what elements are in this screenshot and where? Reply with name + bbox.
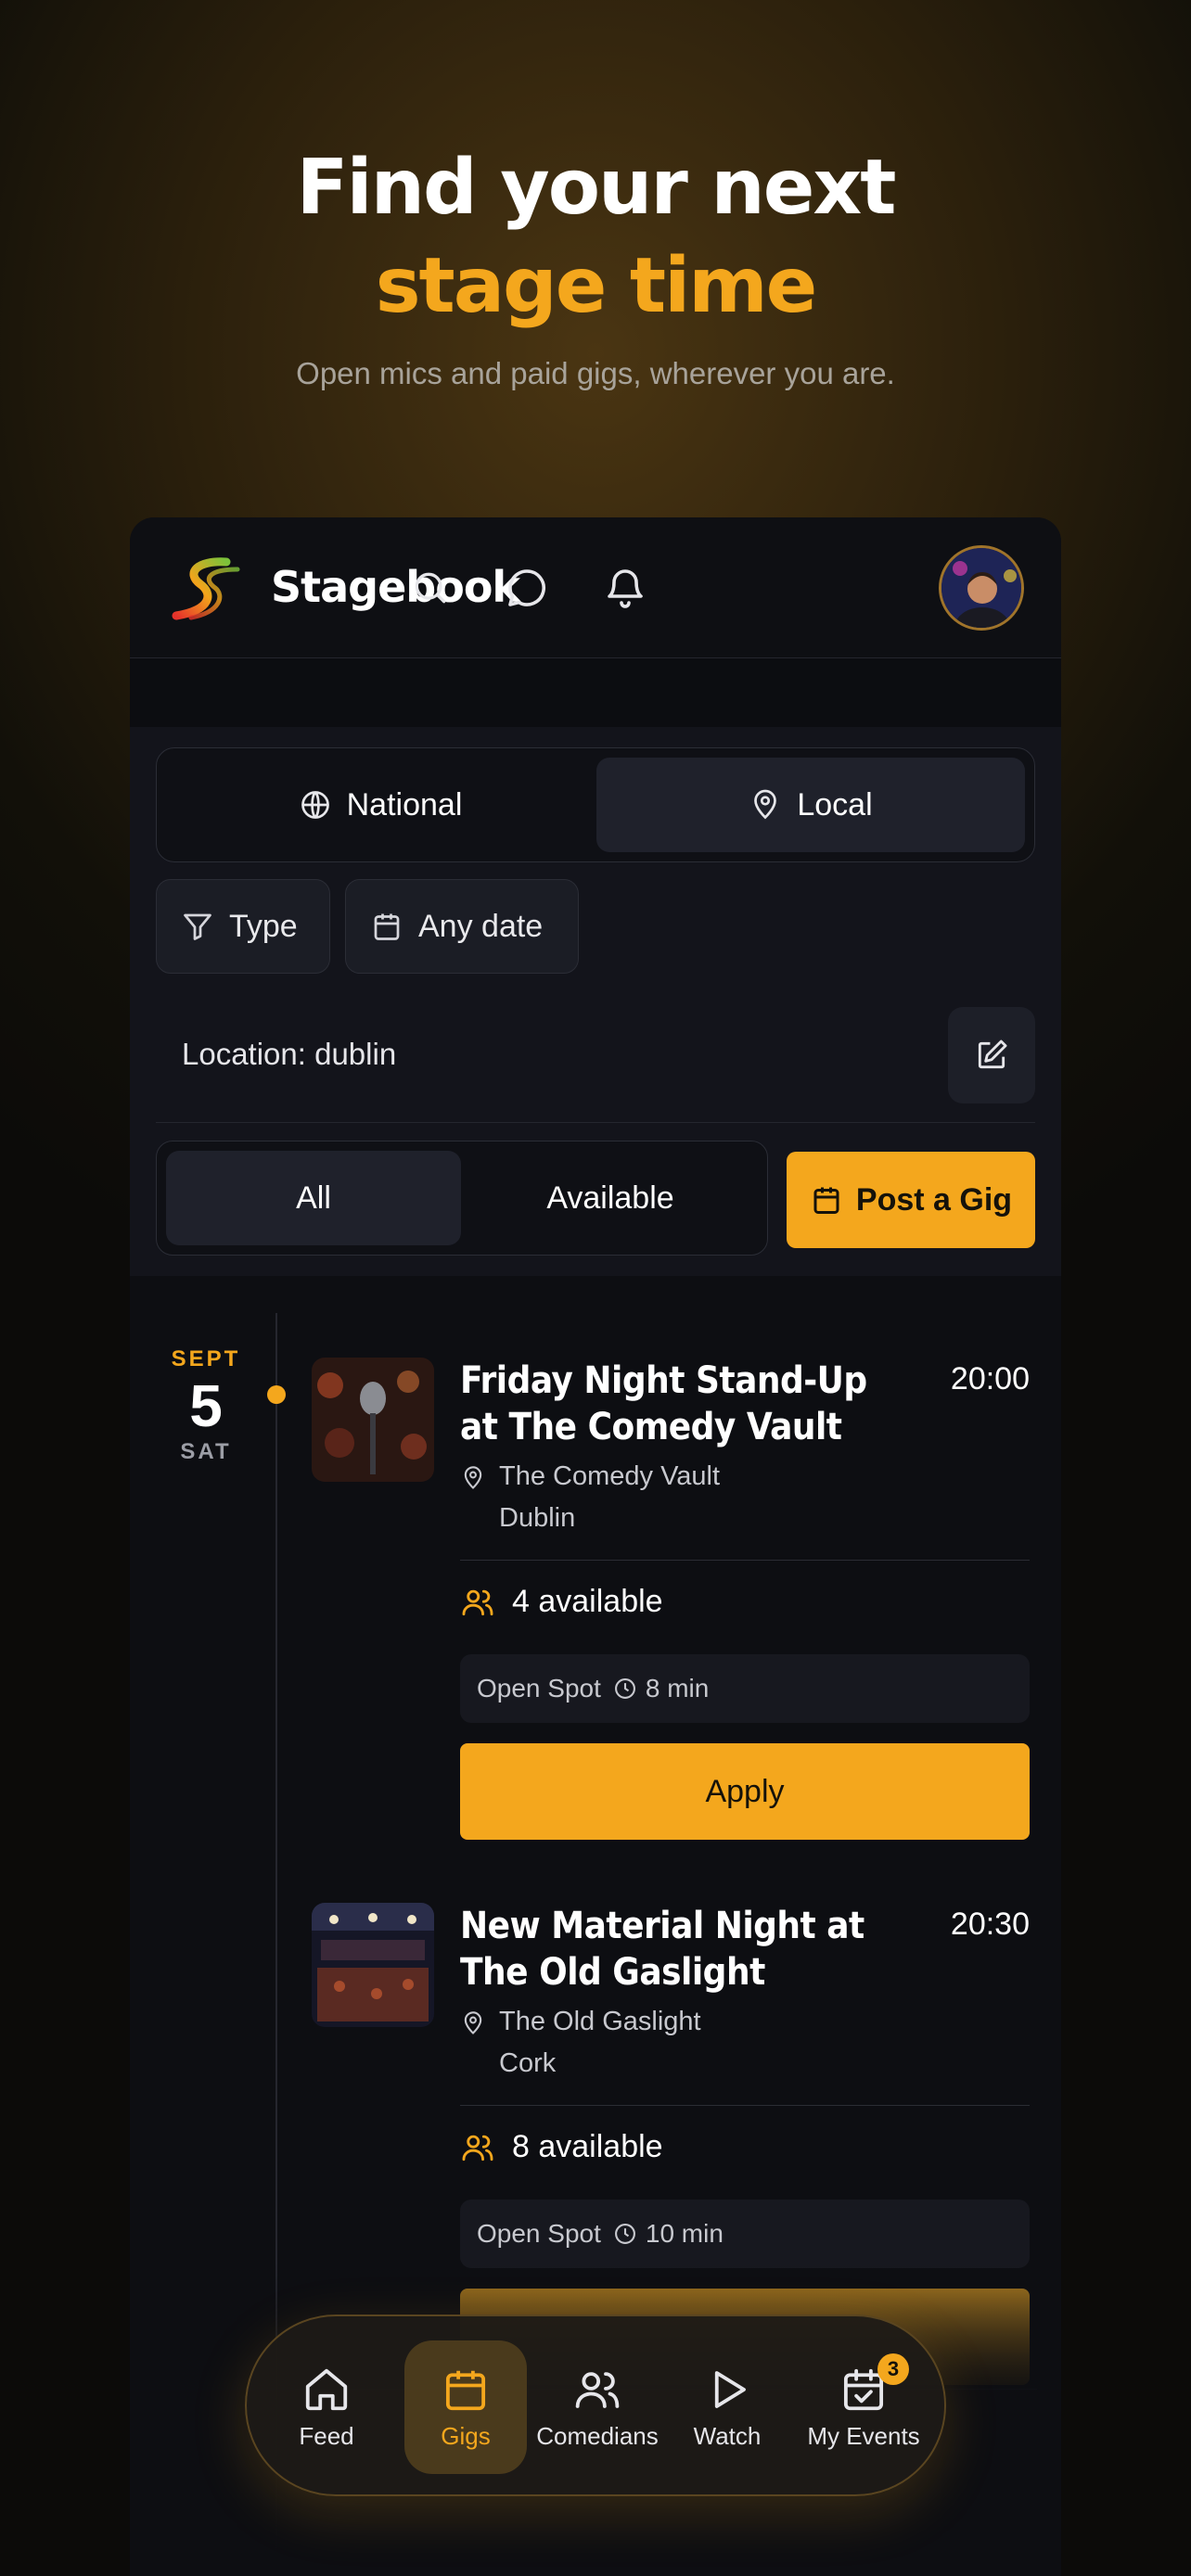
gig-spot-type: Open Spot	[477, 2219, 601, 2248]
users-icon	[575, 2371, 620, 2408]
gig-venue-name: The Old Gaslight	[499, 2007, 701, 2036]
gig-title: New Material Night at The Old Gaslight	[460, 1905, 864, 1994]
post-gig-button[interactable]: Post a Gig	[787, 1152, 1035, 1248]
nav-item-feed[interactable]: Feed	[265, 2340, 388, 2474]
venue-photo-icon	[312, 1903, 434, 2027]
timeline-dot	[267, 1385, 286, 1404]
bell-icon[interactable]	[597, 560, 653, 616]
gig-title: Friday Night Stand-Up at The Comedy Vaul…	[460, 1359, 867, 1448]
nav-item-comedians[interactable]: Comedians	[536, 2340, 659, 2474]
date-filter-chip[interactable]: Any date	[345, 879, 579, 974]
nav-item-my-events[interactable]: My Events 3	[798, 2340, 929, 2474]
nav-label-comedians: Comedians	[536, 2421, 659, 2450]
gig-available-count: 8 available	[512, 2129, 663, 2164]
tab-all[interactable]: All	[166, 1151, 461, 1245]
nav-item-gigs[interactable]: Gigs	[404, 2340, 527, 2474]
play-icon	[714, 2370, 746, 2408]
users-icon	[462, 1589, 493, 1615]
gig-thumbnail	[312, 1903, 434, 2027]
nav-label-feed: Feed	[299, 2421, 354, 2450]
divider	[156, 1122, 1035, 1123]
type-filter-chip[interactable]: Type	[156, 879, 330, 974]
post-gig-label: Post a Gig	[855, 1181, 1013, 1218]
gig-city: Cork	[499, 2048, 557, 2078]
gig-venue-name: The Comedy Vault	[499, 1461, 721, 1491]
map-pin-icon	[754, 789, 777, 820]
scope-toggle: National Local	[156, 747, 1035, 862]
gig-spot-type: Open Spot	[477, 1674, 601, 1702]
gig-spot-duration: 10 min	[645, 2219, 724, 2248]
edit-location-button[interactable]	[948, 1007, 1035, 1103]
clock-icon	[614, 1678, 635, 1699]
globe-icon	[301, 791, 329, 819]
date-day: 5	[189, 1372, 223, 1439]
hero-title-line2: stage time	[375, 242, 818, 330]
availability-tabs: All Available	[156, 1141, 768, 1256]
gig-venue: The Comedy Vault Dublin	[460, 1456, 720, 1539]
nav-label-gigs: Gigs	[441, 2421, 491, 2450]
tab-available[interactable]: Available	[463, 1151, 758, 1245]
bottom-nav: Feed Gigs Comedians Watch My Events 3	[245, 2315, 946, 2496]
type-filter-label: Type	[229, 908, 298, 944]
chat-icon[interactable]	[499, 560, 555, 616]
map-pin-icon	[464, 1466, 482, 1489]
profile-avatar[interactable]	[939, 545, 1024, 631]
nav-item-watch[interactable]: Watch	[666, 2340, 788, 2474]
my-events-badge: 3	[877, 2353, 909, 2385]
microphone-photo-icon	[312, 1358, 434, 1482]
gig-thumbnail	[312, 1358, 434, 1482]
calendar-icon	[374, 913, 400, 940]
hero-title-line1: Find your next	[296, 144, 897, 232]
avatar-photo-icon	[941, 548, 1021, 628]
calendar-icon	[813, 1187, 839, 1214]
edit-icon	[978, 1039, 1007, 1069]
gig-availability: 8 available	[460, 2129, 663, 2165]
gig-venue: The Old Gaslight Cork	[460, 2001, 701, 2085]
apply-button[interactable]: Apply	[460, 1743, 1030, 1840]
scope-national-button[interactable]: National	[166, 758, 595, 852]
brand-name: Stagebook	[271, 562, 520, 612]
gig-city: Dublin	[499, 1503, 576, 1533]
stagebook-logo-icon	[172, 557, 240, 620]
top-bar: Stagebook	[130, 517, 1061, 658]
nav-label-watch: Watch	[693, 2421, 762, 2450]
scope-national-label: National	[346, 786, 463, 823]
gig-availability: 4 available	[460, 1584, 663, 1620]
map-pin-icon	[464, 2011, 482, 2034]
calendar-icon	[445, 2370, 486, 2410]
gig-time: 20:00	[950, 1361, 1030, 1396]
gig-time: 20:30	[950, 1906, 1030, 1942]
date-weekday: SAT	[180, 1439, 232, 1464]
nav-label-my-events: My Events	[807, 2421, 920, 2450]
date-filter-label: Any date	[418, 908, 544, 944]
gig-card[interactable]: Friday Night Stand-Up at The Comedy Vaul…	[295, 1358, 1030, 1840]
location-text: Location: dublin	[182, 1037, 397, 1071]
scope-local-label: Local	[797, 786, 873, 823]
hero: Find your next stage time Open mics and …	[0, 139, 1191, 391]
gig-available-count: 4 available	[512, 1584, 663, 1619]
spacer-strip	[130, 658, 1061, 727]
clock-icon	[614, 2224, 635, 2244]
filter-icon	[184, 913, 211, 940]
home-icon	[305, 2368, 348, 2410]
hero-title: Find your next stage time	[0, 139, 1191, 336]
gig-spot-info: Open Spot 10 min	[460, 2200, 1030, 2268]
gig-spot-duration: 8 min	[645, 1674, 710, 1702]
scope-local-button[interactable]: Local	[596, 758, 1025, 852]
divider	[460, 1560, 1030, 1561]
search-icon[interactable]	[403, 560, 458, 616]
date-group: SEPT 5 SAT	[148, 1346, 263, 1465]
users-icon	[462, 2135, 493, 2161]
date-month: SEPT	[171, 1346, 241, 1371]
gig-spot-info: Open Spot 8 min	[460, 1654, 1030, 1723]
hero-subtitle: Open mics and paid gigs, wherever you ar…	[296, 356, 895, 390]
divider	[460, 2105, 1030, 2106]
